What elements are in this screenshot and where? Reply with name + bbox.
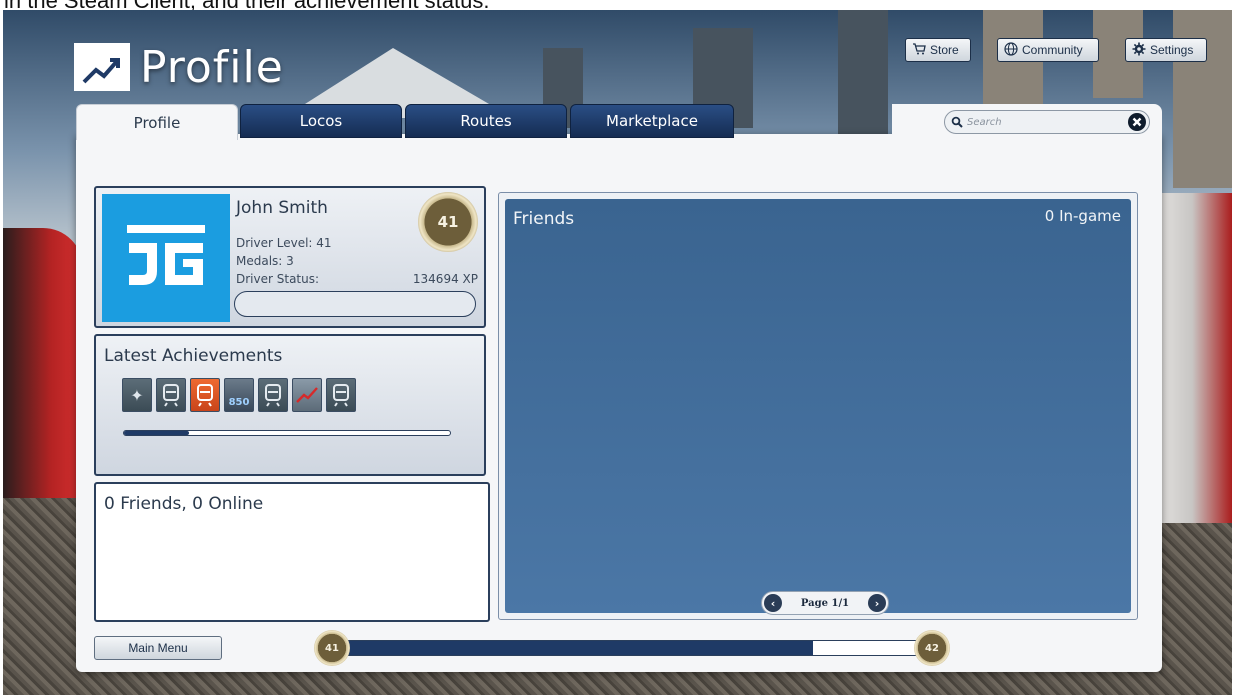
avatar xyxy=(102,194,230,322)
page-title: Profile xyxy=(140,41,284,93)
clear-search-icon[interactable] xyxy=(1127,112,1147,132)
achievements-card: Latest Achievements ✦ 850 xyxy=(94,334,486,476)
driver-level: Driver Level: 41 xyxy=(236,236,332,250)
achievements-title: Latest Achievements xyxy=(104,346,283,366)
tab-marketplace-label: Marketplace xyxy=(606,112,698,130)
cart-icon xyxy=(912,42,926,58)
train-achievement-icon[interactable] xyxy=(258,378,288,412)
tab-profile[interactable]: Profile xyxy=(76,104,238,140)
pager: ‹ Page 1/1 › xyxy=(761,591,889,615)
train-achievement-icon[interactable] xyxy=(326,378,356,412)
chevron-right-icon: › xyxy=(874,596,880,610)
tab-routes-label: Routes xyxy=(460,112,512,130)
achievement-850-label: 850 xyxy=(228,397,250,408)
store-button-label: Store xyxy=(930,43,959,57)
friends-count-card: 0 Friends, 0 Online xyxy=(94,482,490,622)
tab-routes[interactable]: Routes xyxy=(405,104,567,138)
level-badge: 41 xyxy=(418,192,478,252)
tab-profile-label: Profile xyxy=(133,113,181,132)
next-page-button[interactable]: › xyxy=(867,594,886,612)
xp-progress-bar xyxy=(234,291,476,317)
search-area: Search xyxy=(892,104,1162,138)
search-icon xyxy=(951,116,963,128)
medals-count: Medals: 3 xyxy=(236,254,294,268)
community-button[interactable]: Community xyxy=(997,38,1099,62)
achievement-progress-bar xyxy=(123,430,451,436)
store-button[interactable]: Store xyxy=(905,38,971,62)
main-menu-button[interactable]: Main Menu xyxy=(94,636,222,660)
friends-in-game: 0 In-game xyxy=(1044,207,1121,225)
tab-locos-label: Locos xyxy=(299,112,343,130)
friends-title: Friends xyxy=(513,209,575,229)
app-logo: Profile xyxy=(74,41,284,93)
tab-marketplace[interactable]: Marketplace xyxy=(570,104,734,138)
level-progress-fill xyxy=(335,641,814,655)
train-achievement-icon[interactable] xyxy=(156,378,186,412)
driver-status-label: Driver Status: xyxy=(236,272,320,286)
chart-achievement-icon[interactable] xyxy=(292,378,322,412)
profile-card: John Smith Driver Level: 41 Medals: 3 Dr… xyxy=(94,186,486,328)
level-start-value: 41 xyxy=(325,642,339,654)
achievement-list: ✦ 850 xyxy=(122,378,356,412)
trend-chart-icon xyxy=(74,43,130,91)
search-input[interactable]: Search xyxy=(944,110,1150,134)
level-end-value: 42 xyxy=(925,642,939,654)
level-end-badge: 42 xyxy=(914,630,950,666)
community-button-label: Community xyxy=(1022,43,1083,57)
friends-count-text: 0 Friends, 0 Online xyxy=(104,494,264,514)
page-indicator: Page 1/1 xyxy=(800,597,850,609)
globe-icon xyxy=(1004,41,1018,59)
xp-value: 134694 XP xyxy=(412,272,478,286)
train-achievement-icon-active[interactable] xyxy=(190,378,220,412)
level-badge-value: 41 xyxy=(437,213,459,231)
prev-page-button[interactable]: ‹ xyxy=(764,594,782,612)
medal-850-achievement-icon[interactable]: 850 xyxy=(224,378,254,412)
main-menu-label: Main Menu xyxy=(128,641,188,655)
achievement-progress-fill xyxy=(124,431,190,435)
settings-button-label: Settings xyxy=(1150,43,1194,57)
friends-list: Friends 0 In-game ‹ Page 1/1 › xyxy=(505,199,1131,615)
chevron-left-icon: ‹ xyxy=(770,596,776,610)
player-name: John Smith xyxy=(236,198,328,218)
main-panel: John Smith Driver Level: 41 Medals: 3 Dr… xyxy=(76,134,1162,672)
level-progress-bar xyxy=(334,640,934,656)
gear-icon xyxy=(1132,42,1146,59)
tab-locos[interactable]: Locos xyxy=(240,104,402,138)
wrench-achievement-icon[interactable]: ✦ xyxy=(122,378,152,412)
search-placeholder: Search xyxy=(967,116,1002,128)
settings-button[interactable]: Settings xyxy=(1125,38,1207,62)
friends-panel: Friends 0 In-game ‹ Page 1/1 › xyxy=(498,192,1138,620)
level-start-badge: 41 xyxy=(314,630,350,666)
page-caption: in the Steam Client, and their achieveme… xyxy=(0,0,1235,10)
